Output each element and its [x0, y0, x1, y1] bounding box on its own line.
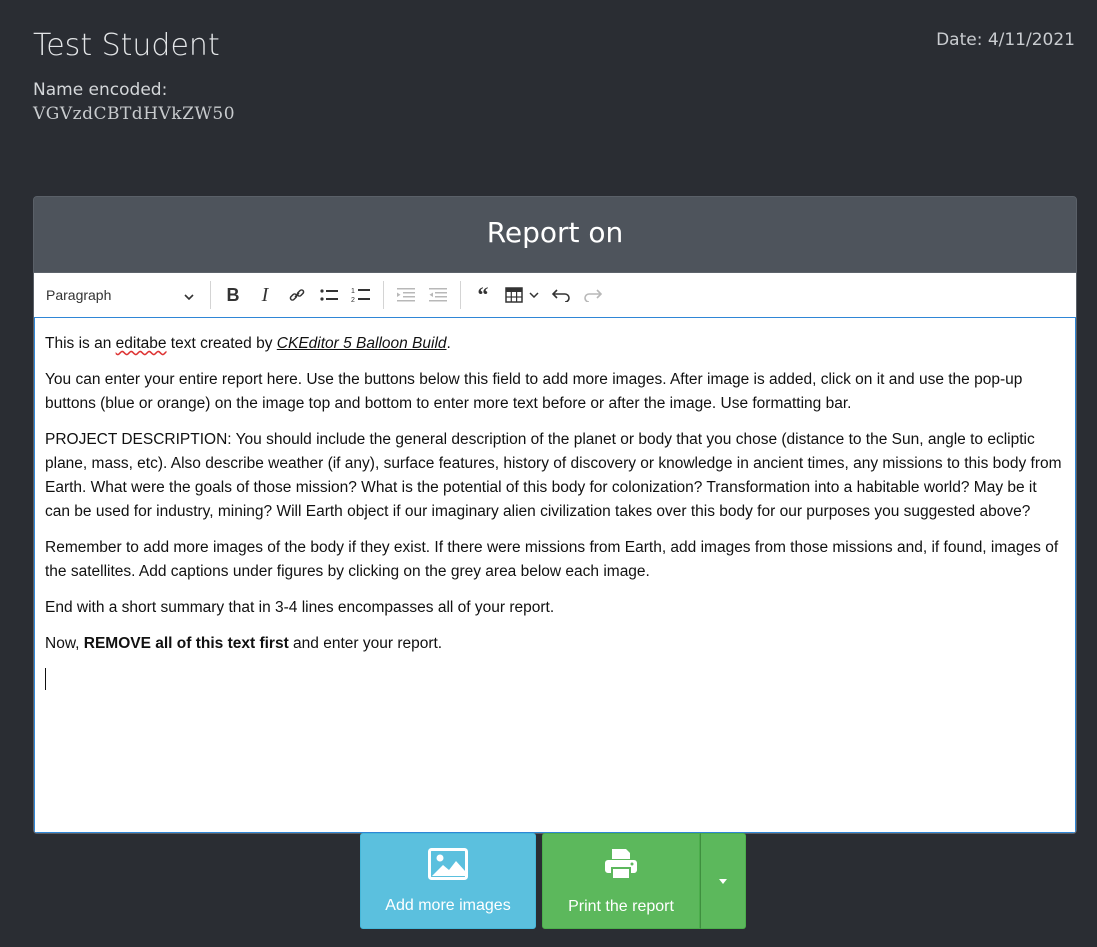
student-name: Test Student [33, 28, 220, 63]
action-buttons: Add more images Print the report [360, 833, 746, 929]
toolbar-divider [383, 281, 384, 309]
print-report-button[interactable]: Print the report [542, 833, 700, 929]
misspelled-word: editabe [115, 335, 167, 352]
link-icon[interactable] [281, 280, 313, 310]
svg-text:1: 1 [351, 288, 355, 295]
chevron-down-icon [184, 287, 194, 303]
editor-paragraph: Remember to add more images of the body … [45, 539, 1059, 580]
print-report-label: Print the report [568, 897, 674, 915]
toolbar-divider [460, 281, 461, 309]
heading-select[interactable]: Paragraph [46, 287, 204, 303]
add-images-label: Add more images [385, 896, 511, 914]
outdent-icon[interactable] [390, 280, 422, 310]
report-editor[interactable]: This is an editabe text created by CKEdi… [34, 317, 1076, 833]
caret-down-icon [719, 878, 727, 884]
printer-icon [603, 847, 639, 886]
bulleted-list-icon[interactable] [313, 280, 345, 310]
editor-toolbar: Paragraph B I 12 “ [34, 273, 1076, 318]
image-icon [428, 847, 468, 885]
ckeditor-link[interactable]: CKEditor 5 Balloon Build [277, 335, 447, 352]
encoded-label: Name encoded: [33, 80, 168, 100]
add-images-button[interactable]: Add more images [360, 833, 536, 929]
editor-paragraph: This is an editabe text created by CKEdi… [45, 335, 451, 352]
editor-paragraph: PROJECT DESCRIPTION: You should include … [45, 431, 1062, 520]
italic-icon[interactable]: I [249, 280, 281, 310]
numbered-list-icon[interactable]: 12 [345, 280, 377, 310]
undo-icon[interactable] [545, 280, 577, 310]
toolbar-divider [210, 281, 211, 309]
report-date: Date: 4/11/2021 [936, 30, 1075, 50]
editor-paragraph: Now, REMOVE all of this text first and e… [45, 635, 443, 652]
blockquote-icon[interactable]: “ [467, 280, 499, 310]
bold-icon[interactable]: B [217, 280, 249, 310]
table-icon[interactable] [499, 280, 545, 310]
report-card: Report on Paragraph B I 12 “ This is an … [33, 196, 1077, 834]
indent-icon[interactable] [422, 280, 454, 310]
encoded-value: VGVzdCBTdHVkZW50 [33, 104, 236, 124]
bold-text: REMOVE all of this text first [83, 635, 289, 652]
editor-paragraph: End with a short summary that in 3-4 lin… [45, 599, 555, 616]
print-options-dropdown[interactable] [700, 833, 746, 929]
editor-paragraph: You can enter your entire report here. U… [45, 371, 1023, 412]
text-cursor [45, 668, 46, 690]
redo-icon[interactable] [577, 280, 609, 310]
svg-text:2: 2 [351, 297, 355, 304]
heading-select-value: Paragraph [46, 287, 112, 303]
report-title: Report on [34, 197, 1076, 273]
